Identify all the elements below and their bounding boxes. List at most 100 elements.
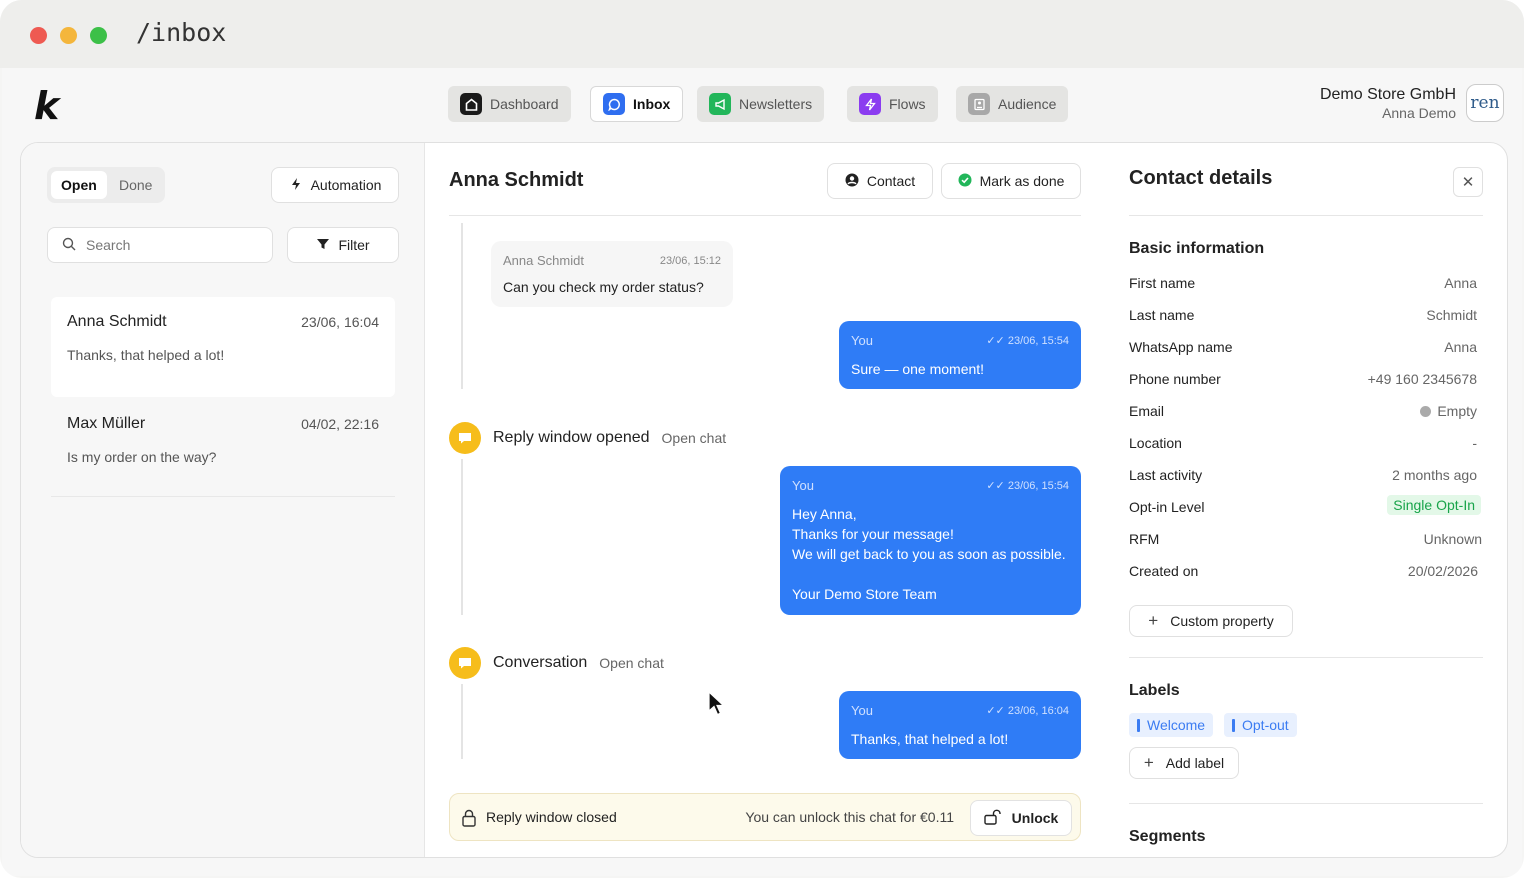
- conversation-item[interactable]: Anna Schmidt 23/06, 16:04 Thanks, that h…: [51, 297, 395, 397]
- minimize-window-button[interactable]: [60, 27, 77, 44]
- field-email: Email Empty: [1129, 403, 1477, 419]
- unlock-price-text: You can unlock this chat for €0.11: [745, 809, 954, 825]
- person-icon: [845, 173, 859, 190]
- title-bar: /inbox: [0, 0, 1524, 68]
- message-text: Sure — one moment!: [851, 361, 985, 377]
- message-time-text: 23/06, 15:54: [1007, 335, 1069, 347]
- nav-flows-label: Flows: [889, 96, 926, 112]
- field-label: Location: [1129, 435, 1182, 451]
- close-window-button[interactable]: [30, 27, 47, 44]
- field-value[interactable]: -: [1472, 435, 1477, 451]
- check-circle-icon: [958, 173, 972, 190]
- segments-heading: Segments: [1129, 828, 1206, 845]
- account-info[interactable]: Demo Store GmbH Anna Demo: [1320, 86, 1456, 121]
- event-title: Conversation: [493, 654, 588, 671]
- unlock-button-label: Unlock: [1011, 810, 1059, 826]
- timeline-event: Reply window opened Open chat: [449, 422, 726, 454]
- message-line: Hey Anna,: [792, 506, 857, 522]
- user-name: Anna Demo: [1382, 105, 1456, 121]
- brand-logo[interactable]: k: [34, 84, 59, 128]
- maximize-window-button[interactable]: [90, 27, 107, 44]
- unlock-icon: [983, 809, 1004, 828]
- message-time: 23/06, 15:12: [659, 255, 721, 267]
- field-value: Unknown: [1423, 531, 1482, 547]
- label-tag[interactable]: Opt-out: [1224, 713, 1297, 737]
- field-location: Location -: [1129, 435, 1477, 451]
- tab-done[interactable]: Done: [109, 171, 162, 199]
- field-value[interactable]: Anna: [1444, 275, 1477, 291]
- nav-dashboard[interactable]: Dashboard: [448, 86, 571, 122]
- message-time-text: 23/06, 16:04: [1007, 705, 1069, 717]
- opt-in-badge: Single Opt-In: [1387, 495, 1481, 515]
- mouse-cursor-icon: [708, 690, 726, 722]
- search-placeholder: Search: [86, 237, 131, 253]
- status-toggle: Open Done: [47, 167, 165, 203]
- add-label-button[interactable]: + Add label: [1129, 747, 1239, 779]
- field-opt-in-level: Opt-in Level Single Opt-In: [1129, 495, 1481, 515]
- chat-bubble-icon: [449, 422, 481, 454]
- filter-button[interactable]: Filter: [287, 227, 399, 263]
- conversation-item[interactable]: Max Müller 04/02, 22:16 Is my order on t…: [51, 399, 395, 497]
- message-line: We will get back to you as soon as possi…: [792, 546, 1066, 562]
- field-value-text: Empty: [1437, 403, 1477, 419]
- tab-open[interactable]: Open: [51, 171, 107, 199]
- label-tag[interactable]: Welcome: [1129, 713, 1214, 737]
- field-value[interactable]: Anna: [1444, 339, 1477, 355]
- automation-button[interactable]: Automation: [271, 167, 399, 203]
- nav-inbox-label: Inbox: [633, 96, 671, 112]
- conversation-preview: Is my order on the way?: [67, 449, 217, 465]
- field-value[interactable]: Schmidt: [1426, 307, 1477, 323]
- double-check-icon: ✓✓: [986, 480, 1008, 492]
- nav-flows[interactable]: Flows: [847, 86, 938, 122]
- nav-newsletters[interactable]: Newsletters: [697, 86, 825, 122]
- outgoing-message: You ✓✓ 23/06, 15:54 Hey Anna, Thanks for…: [780, 466, 1081, 615]
- nav-audience-label: Audience: [998, 96, 1057, 112]
- message-time: ✓✓ 23/06, 15:54: [986, 334, 1069, 347]
- field-value[interactable]: +49 160 2345678: [1368, 371, 1477, 387]
- lightning-icon: [859, 93, 881, 115]
- contact-button[interactable]: Contact: [827, 163, 933, 199]
- megaphone-icon: [709, 93, 731, 115]
- conversation-time: 04/02, 22:16: [301, 416, 379, 432]
- open-chat-link[interactable]: Open chat: [599, 655, 664, 671]
- conversation-preview: Thanks, that helped a lot!: [67, 347, 225, 363]
- incoming-message: Anna Schmidt 23/06, 15:12 Can you check …: [491, 241, 733, 307]
- message-time-text: 23/06, 15:54: [1007, 480, 1069, 492]
- nav-audience[interactable]: Audience: [956, 86, 1069, 122]
- timeline-line: [461, 684, 463, 759]
- lock-icon: [462, 809, 476, 832]
- field-label: Last activity: [1129, 467, 1203, 483]
- label-text: Opt-out: [1242, 717, 1289, 733]
- automation-label: Automation: [310, 177, 382, 193]
- add-custom-property-button[interactable]: + Custom property: [1129, 605, 1293, 637]
- chat-panel: Anna Schmidt Contact Mark as done Anna S…: [425, 143, 1105, 857]
- close-panel-button[interactable]: ✕: [1453, 167, 1483, 197]
- labels-heading: Labels: [1129, 682, 1180, 699]
- field-value[interactable]: Empty: [1420, 403, 1477, 419]
- field-phone-number: Phone number +49 160 2345678: [1129, 371, 1477, 387]
- contact-card-icon: [968, 93, 990, 115]
- chat-title: Anna Schmidt: [449, 169, 584, 191]
- field-rfm: RFM Unknown: [1129, 531, 1482, 547]
- app-window: /inbox k Dashboard Inbox Newsletters Flo…: [0, 0, 1524, 878]
- double-check-icon: ✓✓: [986, 705, 1008, 717]
- custom-property-label: Custom property: [1170, 613, 1274, 629]
- conversation-time: 23/06, 16:04: [301, 314, 379, 330]
- label-text: Welcome: [1147, 717, 1206, 733]
- field-label: Email: [1129, 403, 1165, 419]
- avatar[interactable]: ren: [1466, 84, 1504, 122]
- field-first-name: First name Anna: [1129, 275, 1477, 291]
- lightning-icon: [289, 177, 303, 194]
- unlock-button[interactable]: Unlock: [970, 800, 1072, 836]
- search-input[interactable]: Search: [47, 227, 273, 263]
- field-created-on: Created on 20/02/2026: [1129, 563, 1478, 579]
- field-label: WhatsApp name: [1129, 339, 1233, 355]
- open-chat-link[interactable]: Open chat: [662, 430, 727, 446]
- timeline-event: Conversation Open chat: [449, 647, 664, 679]
- message-line: Your Demo Store Team: [792, 586, 937, 602]
- app: k Dashboard Inbox Newsletters Flows Audi…: [2, 68, 1522, 876]
- filter-label: Filter: [338, 237, 370, 253]
- chat-icon: [603, 93, 625, 115]
- nav-inbox[interactable]: Inbox: [590, 86, 684, 122]
- mark-as-done-button[interactable]: Mark as done: [941, 163, 1081, 199]
